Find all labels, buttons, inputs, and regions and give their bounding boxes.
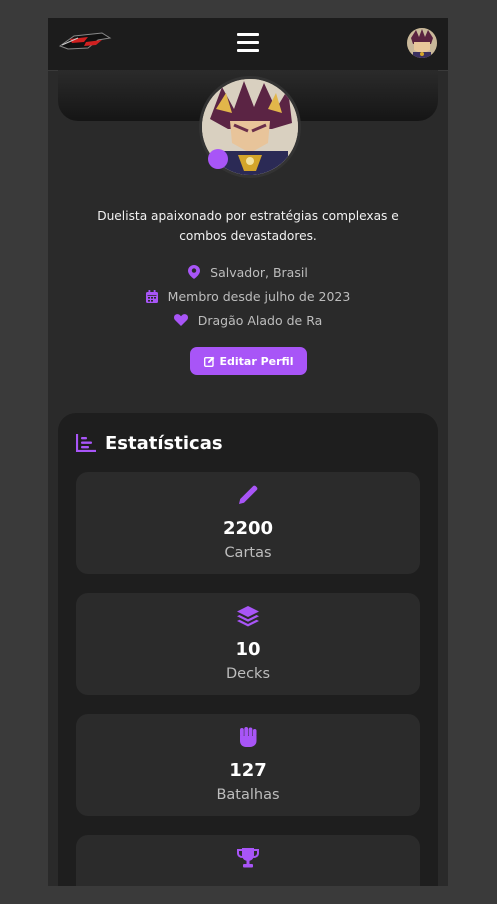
top-navbar [48,18,448,71]
stat-label: Decks [225,666,270,682]
location-row: Salvador, Brasil [48,262,448,282]
edit-icon [203,356,214,367]
bio-line-1: Duelista apaixonado por estratégias comp… [97,209,399,223]
stat-card-decks: 10 Decks [76,593,420,695]
profile-bio: Duelista apaixonado por estratégias comp… [88,206,408,246]
layers-icon [237,606,259,627]
member-since-row: Membro desde julho de 2023 [48,286,448,306]
app-screen: Duelista apaixonado por estratégias comp… [48,18,448,886]
favorite-card-row: Dragão Alado de Ra [48,310,448,330]
bar-chart-icon [76,434,96,452]
stats-panel: Estatísticas 2200 Cartas 10 Decks 127 Ba… [58,413,438,886]
stat-card-trophies [76,835,420,886]
online-status-dot [208,149,228,169]
member-since-text: Membro desde julho de 2023 [167,288,351,304]
stat-value: 127 [229,760,267,781]
edit-profile-button[interactable]: Editar Perfil [190,347,307,375]
heart-icon [173,314,188,326]
user-avatar[interactable] [407,28,437,58]
edit-profile-label: Editar Perfil [219,354,294,368]
trophy-icon [237,848,259,868]
stats-header: Estatísticas [76,431,223,455]
favorite-card-text: Dragão Alado de Ra [197,312,323,328]
stat-card-battles: 127 Batalhas [76,714,420,816]
stat-value: 2200 [222,518,274,539]
location-text: Salvador, Brasil [210,264,308,280]
stat-card-cards: 2200 Cartas [76,472,420,574]
hamburger-menu-icon[interactable] [237,33,259,53]
pencil-icon [239,485,258,504]
duel-disk-logo[interactable] [58,30,112,52]
stat-label: Batalhas [216,787,280,803]
calendar-icon [145,289,158,303]
stat-value: 10 [235,639,261,660]
fist-icon [240,727,257,747]
stat-label: Cartas [224,545,272,561]
stats-title: Estatísticas [105,432,223,454]
bio-line-2: combos devastadores. [179,229,317,243]
map-pin-icon [188,265,201,279]
